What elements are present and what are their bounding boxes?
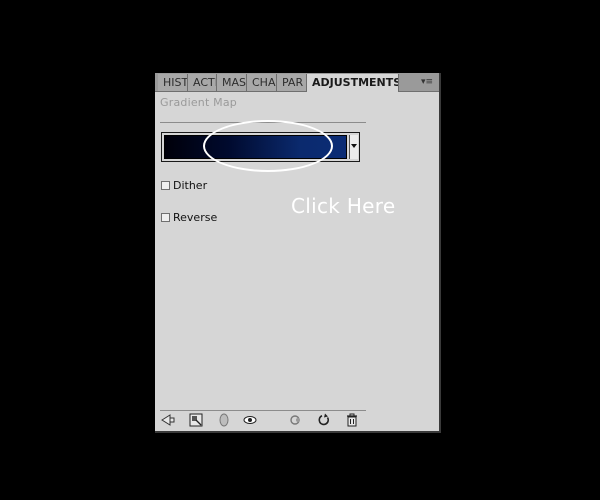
reset-icon[interactable] <box>317 413 331 427</box>
panel-menu-icon[interactable]: ▾≡ <box>419 76 435 88</box>
dither-checkbox[interactable] <box>161 180 170 190</box>
reverse-checkbox[interactable] <box>161 212 170 222</box>
toolbar-divider <box>160 410 366 411</box>
tab-adjustments[interactable]: ADJUSTMENTS <box>307 74 399 92</box>
dither-label: Dither <box>173 178 208 192</box>
eye-icon[interactable] <box>243 413 257 427</box>
click-here-annotation: Click Here <box>291 194 396 218</box>
chevron-down-icon <box>351 144 357 148</box>
highlight-ellipse <box>203 120 333 172</box>
tab-channels[interactable]: CHA <box>247 74 277 91</box>
dither-option[interactable]: Dither <box>161 178 207 192</box>
stage: HIST ACTI MAS CHA PAR ADJUSTMENTS ▾≡ Gra… <box>0 0 600 500</box>
gradient-dropdown-button[interactable] <box>349 135 358 159</box>
clip-to-layer-icon[interactable] <box>217 413 231 427</box>
reverse-option[interactable]: Reverse <box>161 210 217 224</box>
view-previous-icon[interactable] <box>289 413 303 427</box>
panel-title: Gradient Map <box>160 96 237 109</box>
tab-paragraph[interactable]: PAR <box>277 74 307 91</box>
tab-masks[interactable]: MAS <box>217 74 247 91</box>
tab-actions[interactable]: ACTI <box>188 74 217 91</box>
reverse-label: Reverse <box>173 210 218 224</box>
expand-view-icon[interactable] <box>189 413 203 427</box>
trash-icon[interactable] <box>345 413 359 427</box>
panel-tab-strip: HIST ACTI MAS CHA PAR ADJUSTMENTS ▾≡ <box>155 73 439 92</box>
back-arrow-icon[interactable] <box>161 413 175 427</box>
tab-histogram[interactable]: HIST <box>158 74 188 91</box>
